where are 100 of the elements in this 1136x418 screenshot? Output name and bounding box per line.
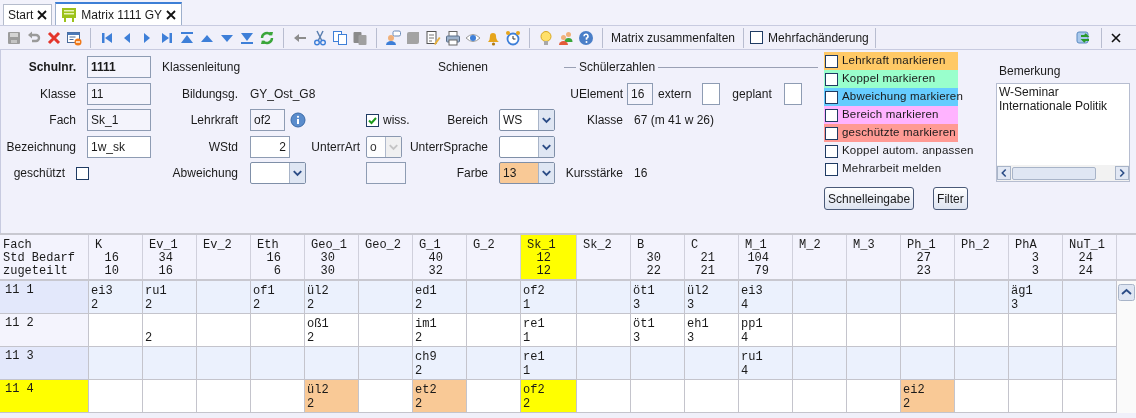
column-header[interactable]: Geo_2 bbox=[359, 235, 413, 279]
close-icon[interactable] bbox=[166, 9, 177, 20]
info-icon[interactable] bbox=[290, 112, 306, 129]
copy-icon[interactable] bbox=[332, 29, 348, 46]
checkbox[interactable] bbox=[750, 31, 764, 44]
column-header[interactable]: C 21 21 bbox=[685, 235, 739, 279]
column-header[interactable]: M_2 bbox=[793, 235, 847, 279]
arrow-up-icon[interactable] bbox=[1118, 284, 1135, 301]
button[interactable]: Schnelleingabe bbox=[824, 187, 915, 210]
swap-icon[interactable] bbox=[1076, 29, 1092, 46]
alarm-clock-icon[interactable] bbox=[505, 29, 521, 46]
checkbox[interactable] bbox=[825, 72, 838, 86]
dropdown[interactable]: 13 bbox=[499, 162, 555, 185]
arrow-left-icon[interactable] bbox=[997, 166, 1011, 180]
matrix-cell[interactable]: öt1 3 bbox=[631, 281, 685, 313]
dropdown[interactable] bbox=[499, 135, 555, 158]
matrix-cell[interactable]: ru1 4 bbox=[739, 347, 793, 379]
refresh-icon[interactable] bbox=[259, 29, 275, 46]
input-field[interactable] bbox=[702, 82, 721, 105]
move-top-icon[interactable] bbox=[179, 29, 195, 46]
matrix-cell[interactable]: of1 2 bbox=[251, 281, 305, 313]
checkbox[interactable] bbox=[366, 113, 379, 127]
row-label[interactable]: 11 1 bbox=[0, 281, 89, 313]
tab[interactable]: Start bbox=[3, 4, 53, 25]
vertical-scrollbar[interactable] bbox=[1117, 281, 1136, 413]
collapse-button[interactable]: Matrix zusammenfalten bbox=[609, 27, 738, 48]
matrix-cell[interactable]: ru1 2 bbox=[143, 281, 197, 313]
column-header[interactable]: Sk_2 bbox=[577, 235, 631, 279]
column-header[interactable]: Ph_2 bbox=[955, 235, 1009, 279]
input-field[interactable]: 1w_sk bbox=[87, 135, 151, 158]
matrix-cell[interactable]: ül2 2 bbox=[305, 380, 359, 412]
calculator-icon[interactable] bbox=[425, 29, 441, 46]
matrix-cell[interactable]: ed1 2 bbox=[413, 281, 467, 313]
input-field[interactable]: Sk_1 bbox=[87, 109, 151, 132]
column-header[interactable]: B 30 22 bbox=[631, 235, 685, 279]
save-icon[interactable] bbox=[6, 29, 22, 46]
matrix-cell[interactable]: pp1 4 bbox=[739, 314, 793, 346]
row-label[interactable]: 11 4 bbox=[0, 380, 89, 412]
checkbox[interactable] bbox=[825, 144, 838, 158]
dropdown[interactable] bbox=[250, 162, 306, 185]
lightbulb-icon[interactable] bbox=[538, 29, 554, 46]
matrix-cell[interactable]: ei3 2 bbox=[89, 281, 143, 313]
column-header[interactable]: Eth 16 6 bbox=[251, 235, 305, 279]
input-field[interactable]: 16 bbox=[627, 82, 653, 105]
matrix-cell[interactable]: ei3 4 bbox=[739, 281, 793, 313]
column-header[interactable]: M_1 104 79 bbox=[739, 235, 793, 279]
column-header[interactable]: G_1 40 32 bbox=[413, 235, 467, 279]
form-remove-icon[interactable] bbox=[66, 29, 82, 46]
matrix-cell[interactable]: re1 1 bbox=[521, 314, 577, 346]
printer-icon[interactable] bbox=[445, 29, 461, 46]
matrix-cell[interactable]: re1 1 bbox=[521, 347, 577, 379]
matrix-cell[interactable]: et2 2 bbox=[413, 380, 467, 412]
matrix-cell[interactable]: oß1 2 bbox=[305, 314, 359, 346]
matrix-cell[interactable]: ei2 2 bbox=[901, 380, 955, 412]
matrix-cell[interactable]: im1 2 bbox=[413, 314, 467, 346]
column-header[interactable]: Ph_1 27 23 bbox=[901, 235, 955, 279]
scissors-icon[interactable] bbox=[312, 29, 328, 46]
column-header[interactable]: PhA 3 3 bbox=[1009, 235, 1063, 279]
checkbox[interactable] bbox=[825, 126, 838, 140]
checkbox[interactable] bbox=[825, 108, 838, 122]
people-icon[interactable] bbox=[558, 29, 574, 46]
column-header[interactable]: Ev_1 34 16 bbox=[143, 235, 197, 279]
arrow-right-icon[interactable] bbox=[1115, 166, 1129, 180]
matrix-cell[interactable]: of2 1 bbox=[521, 281, 577, 313]
horizontal-scrollbar[interactable] bbox=[997, 165, 1129, 181]
checkbox[interactable] bbox=[825, 54, 838, 68]
matrix-cell[interactable]: ül2 2 bbox=[305, 281, 359, 313]
text-area[interactable]: W-Seminar Internationale Politik bbox=[996, 83, 1130, 182]
matrix-cell[interactable]: of2 2 bbox=[521, 380, 577, 412]
input-field[interactable]: 1111 bbox=[87, 56, 151, 79]
tab[interactable]: Matrix 1111 GY bbox=[55, 2, 183, 25]
input-field[interactable]: 11 bbox=[87, 82, 151, 105]
row-label[interactable]: 11 2 bbox=[0, 314, 89, 346]
close-icon[interactable] bbox=[37, 10, 48, 20]
input-field[interactable]: 2 bbox=[250, 135, 290, 158]
person-speech-icon[interactable] bbox=[385, 29, 401, 46]
checkbox[interactable] bbox=[76, 166, 89, 180]
matrix-cell[interactable]: ül2 3 bbox=[685, 281, 739, 313]
column-header[interactable]: K 16 10 bbox=[89, 235, 143, 279]
close-icon[interactable] bbox=[1111, 32, 1121, 43]
column-header[interactable]: M_3 bbox=[847, 235, 901, 279]
matrix-cell[interactable]: öt1 3 bbox=[631, 314, 685, 346]
matrix-cell[interactable]: äg1 3 bbox=[1009, 281, 1063, 313]
column-header[interactable]: Ev_2 bbox=[197, 235, 251, 279]
row-label[interactable]: 11 3 bbox=[0, 347, 89, 379]
input-field[interactable] bbox=[783, 82, 802, 105]
matrix-cell[interactable]: eh1 3 bbox=[685, 314, 739, 346]
checkbox[interactable] bbox=[825, 162, 838, 176]
button[interactable]: Filter bbox=[933, 187, 968, 210]
checkbox[interactable] bbox=[825, 90, 838, 104]
input-field[interactable] bbox=[366, 162, 406, 185]
column-header[interactable]: Sk_1 12 12 bbox=[521, 235, 577, 279]
matrix-cell[interactable]: 2 bbox=[143, 314, 197, 346]
delete-icon[interactable] bbox=[46, 29, 62, 46]
input-field[interactable]: of2 bbox=[250, 109, 285, 132]
help-icon[interactable] bbox=[578, 29, 594, 46]
column-header[interactable]: NuT_1 24 24 bbox=[1063, 235, 1117, 279]
dropdown[interactable]: WS bbox=[499, 109, 555, 132]
paste-icon[interactable] bbox=[352, 29, 368, 46]
scroll-thumb[interactable] bbox=[1012, 166, 1096, 180]
